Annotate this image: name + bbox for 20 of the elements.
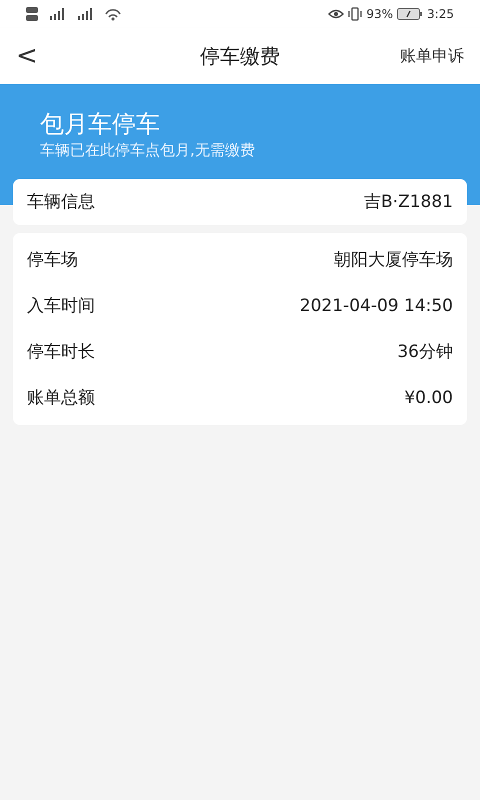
row-value: 朝阳大厦停车场 xyxy=(334,248,453,272)
row-value: ¥0.00 xyxy=(404,386,453,410)
page-title: 停车缴费 xyxy=(200,43,280,70)
bill-appeal-link[interactable]: 账单申诉 xyxy=(400,44,464,68)
row-label: 停车场 xyxy=(27,248,78,272)
plate-number: 吉B·Z1881 xyxy=(364,190,453,214)
banner-title: 包月车停车 xyxy=(40,110,161,139)
back-button[interactable]: < xyxy=(16,36,38,76)
eye-icon xyxy=(328,9,344,19)
vibrate-icon xyxy=(348,7,362,21)
clock-time: 3:25 xyxy=(427,6,454,23)
row-label: 账单总额 xyxy=(27,386,95,410)
row-value: 2021-04-09 14:50 xyxy=(300,294,453,318)
banner-subtitle: 车辆已在此停车点包月,无需缴费 xyxy=(40,140,256,161)
row-value: 36分钟 xyxy=(397,340,453,364)
battery-percent: 93% xyxy=(366,6,394,23)
row-label: 停车时长 xyxy=(27,340,95,364)
row-label: 车辆信息 xyxy=(27,190,95,214)
row-label: 入车时间 xyxy=(27,294,95,318)
battery-icon xyxy=(397,8,424,20)
